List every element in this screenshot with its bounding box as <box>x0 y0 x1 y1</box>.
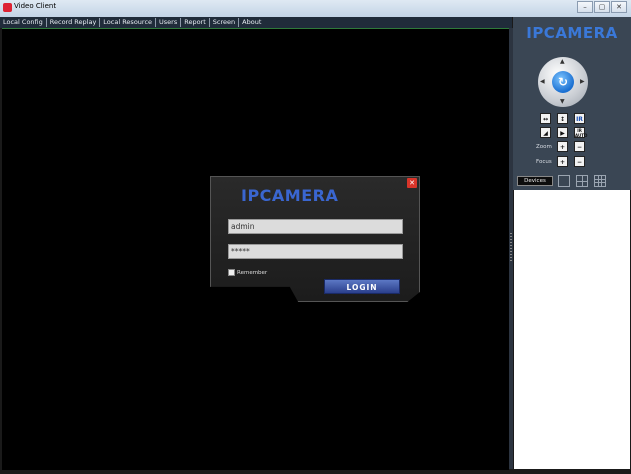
layout-9-icon[interactable] <box>594 175 606 187</box>
dialog-close-icon[interactable]: ✕ <box>407 178 417 188</box>
devices-tab[interactable]: Devices <box>517 176 553 186</box>
login-dialog: IPCAMERA ✕ admin ***** Remember LOGIN <box>210 176 420 302</box>
menu-record-replay[interactable]: Record Replay <box>47 18 101 27</box>
username-input[interactable]: admin <box>228 219 403 234</box>
devices-bar: Devices <box>513 173 631 190</box>
device-list[interactable] <box>514 190 630 469</box>
password-input[interactable]: ***** <box>228 244 403 259</box>
window-controls: – ▢ ✕ <box>577 1 627 13</box>
ptz-right-arrow-icon[interactable]: ▶ <box>580 79 585 85</box>
close-button[interactable]: ✕ <box>611 1 627 13</box>
menu-about[interactable]: About <box>239 18 264 27</box>
ir-auto-button[interactable]: IR AUTO <box>574 127 587 138</box>
mirror-button[interactable]: ▶ <box>557 127 568 138</box>
login-brand-logo: IPCAMERA <box>241 186 339 205</box>
focus-label: Focus <box>536 159 552 165</box>
remember-label: Remember <box>237 269 268 276</box>
layout-4-icon[interactable] <box>576 175 588 187</box>
menu-local-config[interactable]: Local Config <box>0 18 47 27</box>
flip-button[interactable]: ◢ <box>540 127 551 138</box>
remember-checkbox[interactable] <box>228 269 235 276</box>
focus-in-icon[interactable]: + <box>557 156 568 167</box>
ptz-joystick[interactable]: ▲ ▼ ◀ ▶ ↻ <box>538 57 588 107</box>
ir-button[interactable]: IR <box>574 113 585 124</box>
login-button[interactable]: LOGIN <box>324 279 400 294</box>
ptz-auto-rotate-icon[interactable]: ↻ <box>552 71 574 93</box>
ptz-panel: IPCAMERA ▲ ▼ ◀ ▶ ↻ ↔ ↕ IR ◢ ▶ IR AUTO Zo… <box>513 17 631 190</box>
remember-option[interactable]: Remember <box>228 269 267 276</box>
zoom-out-icon[interactable]: − <box>574 141 585 152</box>
ptz-down-arrow-icon[interactable]: ▼ <box>560 99 565 105</box>
maximize-button[interactable]: ▢ <box>594 1 610 13</box>
layout-1-icon[interactable] <box>558 175 570 187</box>
minimize-button[interactable]: – <box>577 1 593 13</box>
horizontal-scan-button[interactable]: ↔ <box>540 113 551 124</box>
zoom-label: Zoom <box>536 144 552 150</box>
ptz-up-arrow-icon[interactable]: ▲ <box>560 59 565 65</box>
window-title: Video Client <box>14 2 57 10</box>
vertical-scan-button[interactable]: ↕ <box>557 113 568 124</box>
ptz-left-arrow-icon[interactable]: ◀ <box>540 79 545 85</box>
app-icon <box>3 3 12 12</box>
zoom-in-icon[interactable]: + <box>557 141 568 152</box>
menu-screen[interactable]: Screen <box>210 18 240 27</box>
menu-local-resource[interactable]: Local Resource <box>100 18 157 27</box>
brand-logo: IPCAMERA <box>526 24 618 42</box>
menu-report[interactable]: Report <box>181 18 210 27</box>
focus-out-icon[interactable]: − <box>574 156 585 167</box>
title-bar: Video Client – ▢ ✕ <box>0 0 631 17</box>
menu-users[interactable]: Users <box>156 18 182 27</box>
splitter-grip[interactable] <box>510 233 512 263</box>
menu-bar: Local Config Record Replay Local Resourc… <box>0 17 512 28</box>
